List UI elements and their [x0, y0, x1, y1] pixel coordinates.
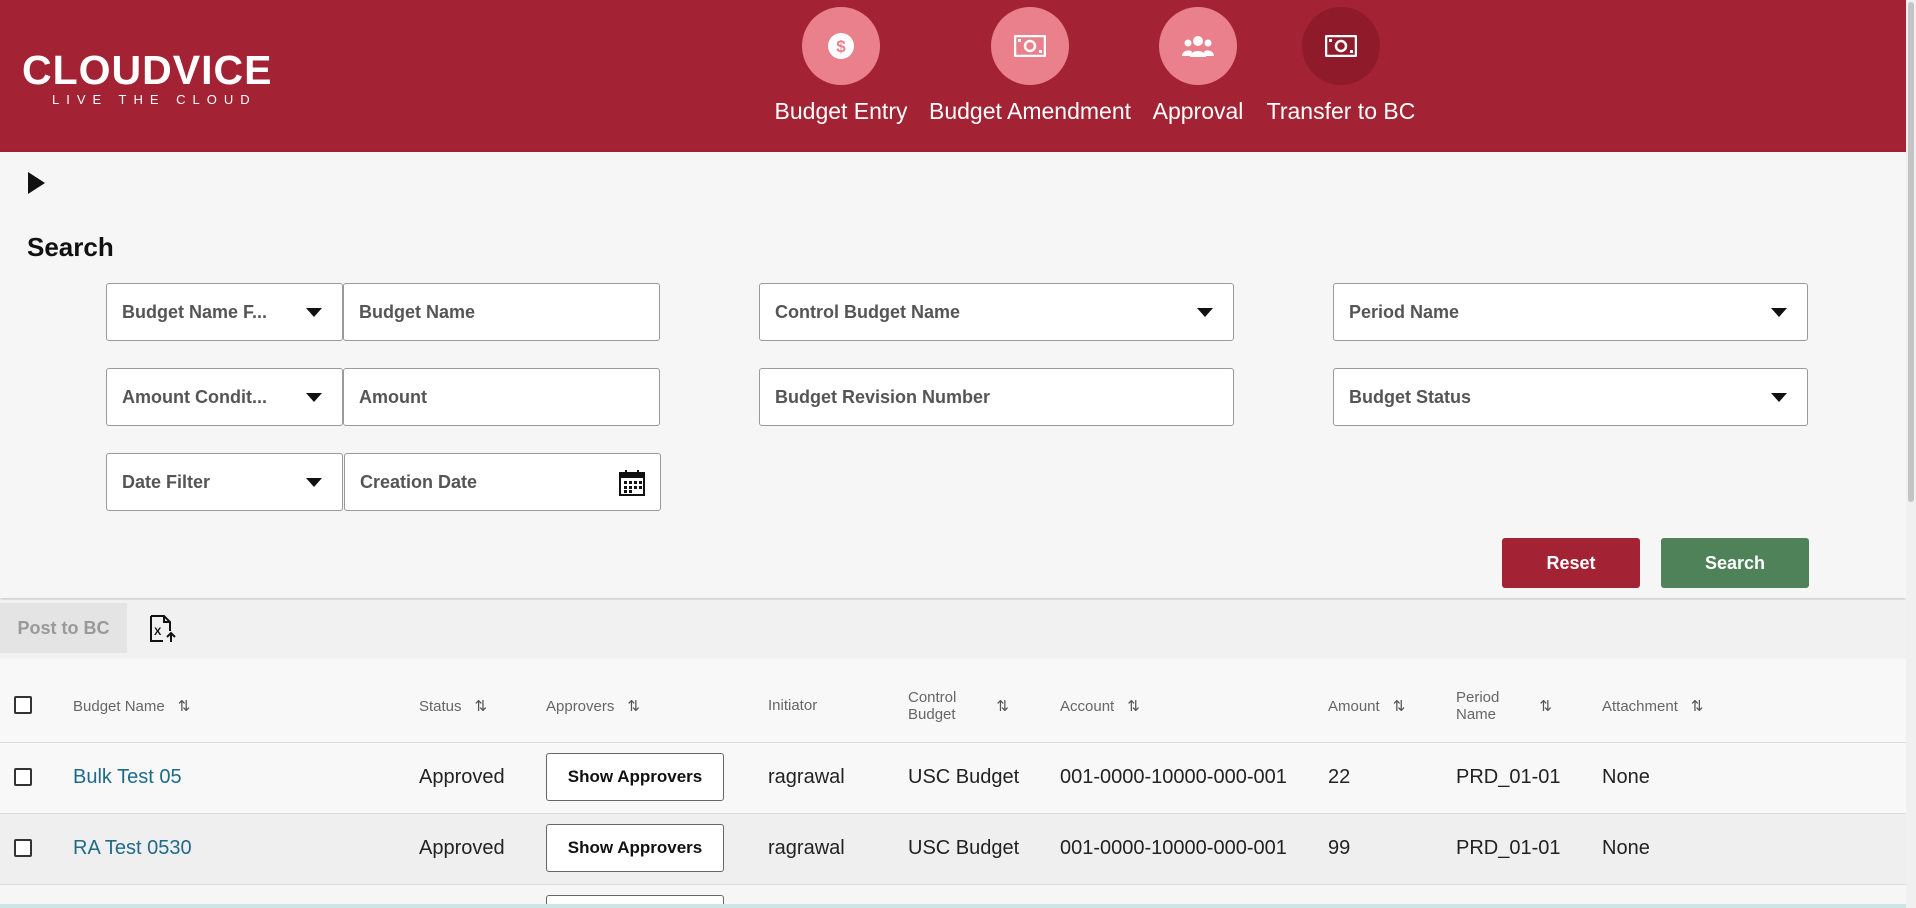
- reset-button[interactable]: Reset: [1502, 538, 1640, 588]
- sort-icon[interactable]: ⇅: [627, 697, 640, 715]
- chevron-down-icon: [1771, 393, 1787, 402]
- calendar-icon[interactable]: [618, 469, 646, 502]
- users-icon: [1159, 7, 1237, 85]
- sort-icon[interactable]: ⇅: [1127, 697, 1140, 715]
- svg-text:X: X: [154, 626, 162, 638]
- nav-transfer-to-bc[interactable]: Transfer to BC: [1263, 0, 1419, 125]
- attachment-cell: None: [1602, 766, 1650, 788]
- nav-label: Transfer to BC: [1266, 98, 1416, 124]
- chevron-down-icon: [306, 308, 322, 317]
- account-cell: 001-0000-10000-000-001: [1060, 766, 1287, 788]
- initiator-cell: ragrawal: [768, 837, 845, 859]
- amount-cell: 99: [1328, 837, 1351, 859]
- sort-icon[interactable]: ⇅: [1539, 697, 1552, 715]
- post-to-bc-button[interactable]: Post to BC: [0, 603, 127, 653]
- sort-icon[interactable]: ⇅: [475, 697, 488, 715]
- budget-status-select[interactable]: Budget Status: [1333, 368, 1808, 426]
- control-budget-cell: USC Budget: [908, 766, 1020, 788]
- chevron-down-icon: [306, 478, 322, 487]
- nav-label: Budget Amendment: [928, 98, 1132, 124]
- col-status[interactable]: Status ⇅: [419, 697, 488, 716]
- control-budget-cell: USC Budget: [908, 837, 1020, 859]
- cloudvice-logo[interactable]: CLOUDVICE LIVE THE CLOUD: [22, 47, 273, 108]
- control-budget-name-select[interactable]: Control Budget Name: [759, 283, 1234, 341]
- chevron-down-icon: [1771, 308, 1787, 317]
- amount-condition-select[interactable]: Amount Condit...: [106, 368, 343, 426]
- nav-budget-entry[interactable]: $ Budget Entry: [771, 0, 911, 125]
- collapse-toggle-icon[interactable]: [28, 172, 45, 194]
- search-title: Search: [27, 232, 114, 262]
- search-button[interactable]: Search: [1661, 538, 1809, 588]
- chevron-down-icon: [306, 393, 322, 402]
- page-scrollbar[interactable]: [1906, 0, 1916, 908]
- row-checkbox[interactable]: [14, 839, 32, 857]
- amount-input[interactable]: Amount: [343, 368, 660, 426]
- app-header: CLOUDVICE LIVE THE CLOUD $ Budget Entry …: [0, 0, 1906, 152]
- scrollbar-thumb[interactable]: [1908, 2, 1914, 502]
- period-name-cell: PRD_01-01: [1456, 837, 1561, 859]
- initiator-cell: ragrawal: [768, 766, 845, 788]
- banknote-icon: [991, 7, 1069, 85]
- period-name-cell: PRD_01-01: [1456, 766, 1561, 788]
- row-checkbox[interactable]: [14, 768, 32, 786]
- viewport-edge: [0, 904, 1906, 908]
- chevron-down-icon: [1197, 308, 1213, 317]
- status-cell: Approved: [419, 766, 505, 788]
- status-cell: Approved: [419, 837, 505, 859]
- sort-icon[interactable]: ⇅: [996, 697, 1009, 715]
- budget-revision-number-input[interactable]: Budget Revision Number: [759, 368, 1234, 426]
- show-approvers-button[interactable]: Show Approvers: [546, 753, 724, 801]
- sort-icon[interactable]: ⇅: [178, 697, 191, 715]
- col-approvers[interactable]: Approvers ⇅: [546, 697, 640, 716]
- budget-name-filter-select[interactable]: Budget Name F...: [106, 283, 343, 341]
- budget-name-link[interactable]: Bulk Test 05: [73, 766, 182, 789]
- col-account[interactable]: Account ⇅: [1060, 697, 1140, 716]
- nav-approval[interactable]: Approval: [1148, 0, 1248, 125]
- col-initiator: Initiator: [768, 697, 818, 714]
- period-name-select[interactable]: Period Name: [1333, 283, 1808, 341]
- amount-cell: 22: [1328, 766, 1351, 788]
- creation-date-input[interactable]: Creation Date: [344, 453, 661, 511]
- attachment-cell: None: [1602, 837, 1650, 859]
- budget-name-input[interactable]: Budget Name: [343, 283, 660, 341]
- col-amount[interactable]: Amount ⇅: [1328, 697, 1406, 716]
- logo-tagline: LIVE THE CLOUD: [52, 92, 257, 107]
- col-attachment[interactable]: Attachment ⇅: [1602, 697, 1704, 716]
- col-period-name[interactable]: Period Name ⇅: [1456, 689, 1552, 723]
- col-control-budget[interactable]: Control Budget ⇅: [908, 689, 1009, 723]
- nav-label: Budget Entry: [774, 98, 908, 124]
- sort-icon[interactable]: ⇅: [1691, 697, 1704, 715]
- excel-export-icon[interactable]: X: [148, 614, 178, 649]
- nav-budget-amendment[interactable]: Budget Amendment: [926, 0, 1134, 125]
- account-cell: 001-0000-10000-000-001: [1060, 837, 1287, 859]
- table-toolbar: [0, 600, 1906, 658]
- dollar-coin-icon: $: [802, 7, 880, 85]
- col-budget-name[interactable]: Budget Name ⇅: [73, 697, 191, 716]
- svg-text:$: $: [836, 37, 846, 56]
- select-all-checkbox[interactable]: [14, 696, 32, 714]
- show-approvers-button[interactable]: Show Approvers: [546, 824, 724, 872]
- sort-icon[interactable]: ⇅: [1393, 697, 1406, 715]
- nav-label: Approval: [1152, 98, 1244, 124]
- date-filter-select[interactable]: Date Filter: [106, 453, 343, 511]
- logo-wordmark: CLOUDVICE: [22, 47, 273, 93]
- banknote-icon: [1302, 7, 1380, 85]
- budget-name-link[interactable]: RA Test 0530: [73, 837, 192, 860]
